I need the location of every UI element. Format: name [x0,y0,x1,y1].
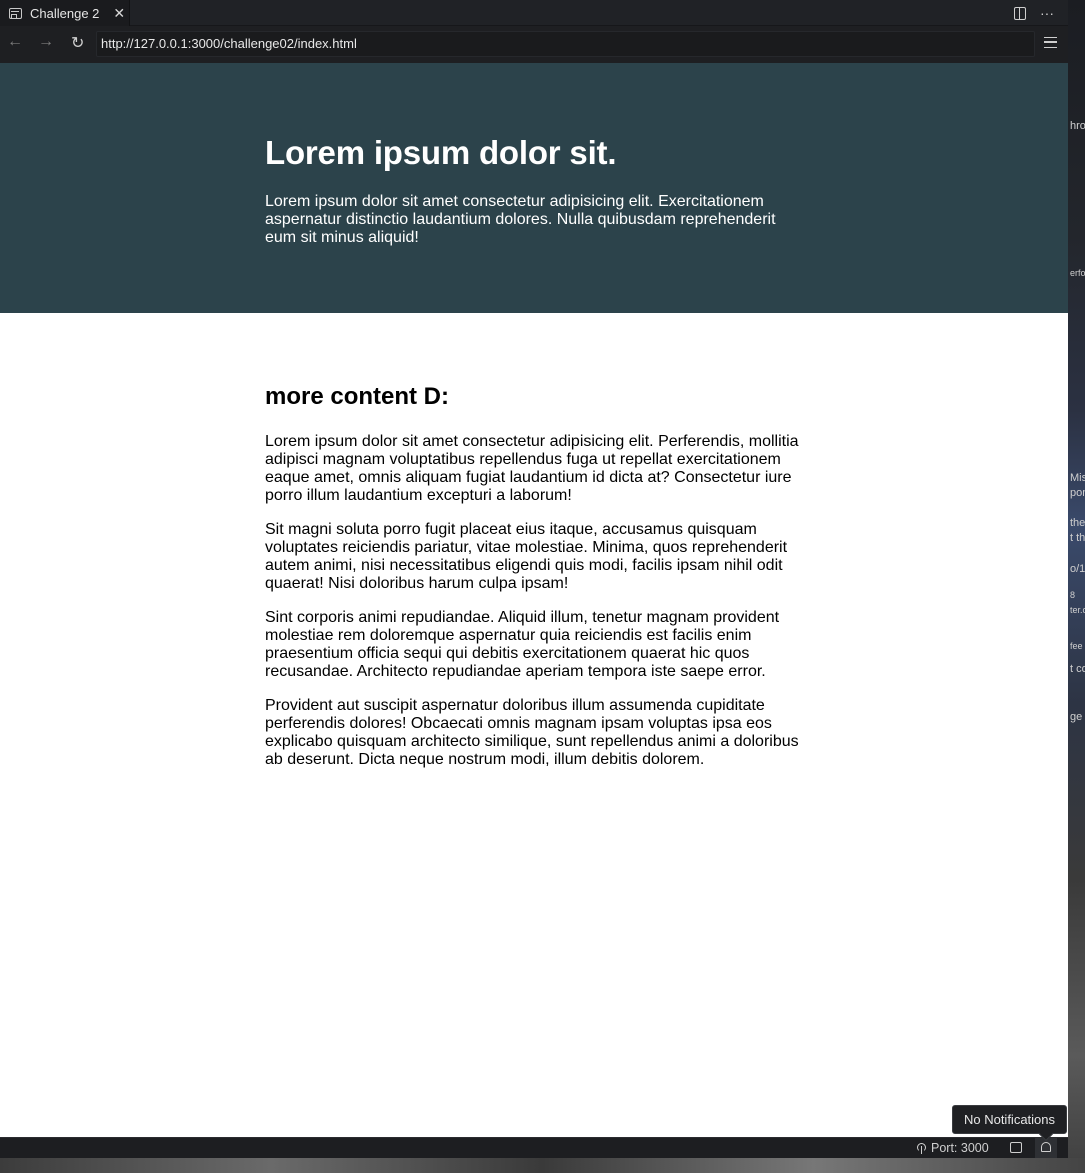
editor-window: Challenge 2 ✕ ··· ← → ↻ http://127.0.0.1… [0,0,1068,1158]
desktop-fragment: hro [1070,120,1085,132]
split-editor-icon[interactable] [1014,6,1026,20]
desktop-fragment: t th [1070,532,1085,544]
hero-section: Lorem ipsum dolor sit. Lorem ipsum dolor… [0,63,1068,313]
browser-nav-bar: ← → ↻ http://127.0.0.1:3000/challenge02/… [0,26,1068,63]
desktop-fragment: t co [1070,663,1085,675]
desktop-fragment: the [1070,517,1085,529]
port-status[interactable]: Port: 3000 [916,1141,989,1155]
broadcast-icon [916,1142,927,1154]
desktop-background [1068,0,1085,1173]
desktop-fragment: pon [1070,487,1085,499]
back-arrow-icon[interactable]: ← [7,33,23,51]
notifications-tooltip: No Notifications [952,1105,1067,1134]
forward-arrow-icon[interactable]: → [38,33,54,51]
tab-actions: ··· [1014,0,1054,26]
desktop-fragment: fee [1070,641,1083,651]
preview-icon [9,7,22,19]
tab-bar: Challenge 2 ✕ ··· [0,0,1068,26]
desktop-fragment: ge [1070,711,1083,723]
desktop-background-bottom [0,1158,1085,1173]
desktop-fragment: ter.c [1070,605,1085,615]
reload-icon[interactable]: ↻ [71,33,84,53]
feedback-icon[interactable] [1010,1142,1022,1153]
desktop-fragment: erfo [1070,268,1085,278]
tab-title: Challenge 2 [30,5,100,21]
url-input[interactable]: http://127.0.0.1:3000/challenge02/index.… [96,31,1035,57]
more-actions-icon[interactable]: ··· [1040,5,1054,21]
paragraph: Sit magni soluta porro fugit placeat eiu… [265,521,788,592]
paragraph: Sint corporis animi repudiandae. Aliquid… [265,609,780,680]
bell-icon [1041,1142,1051,1152]
content-heading: more content D: [265,383,450,410]
hero-title: Lorem ipsum dolor sit. [265,134,617,171]
desktop-fragment: 8 [1070,590,1076,600]
menu-icon[interactable] [1044,37,1057,48]
main-content: more content D: Lorem ipsum dolor sit am… [265,383,805,785]
desktop-fragment: Miss [1070,472,1085,484]
paragraph: Provident aut suscipit aspernatur dolori… [265,697,799,768]
close-icon[interactable]: ✕ [113,5,125,22]
hero-text: Lorem ipsum dolor sit amet consectetur a… [265,193,776,246]
desktop-fragment: o/1 [1070,563,1085,575]
tab-challenge-2[interactable]: Challenge 2 ✕ [0,0,130,26]
paragraph: Lorem ipsum dolor sit amet consectetur a… [265,433,799,504]
status-bar: Port: 3000 [0,1137,1068,1158]
port-label: Port: 3000 [931,1141,989,1155]
page-viewport: Lorem ipsum dolor sit. Lorem ipsum dolor… [0,63,1068,1137]
